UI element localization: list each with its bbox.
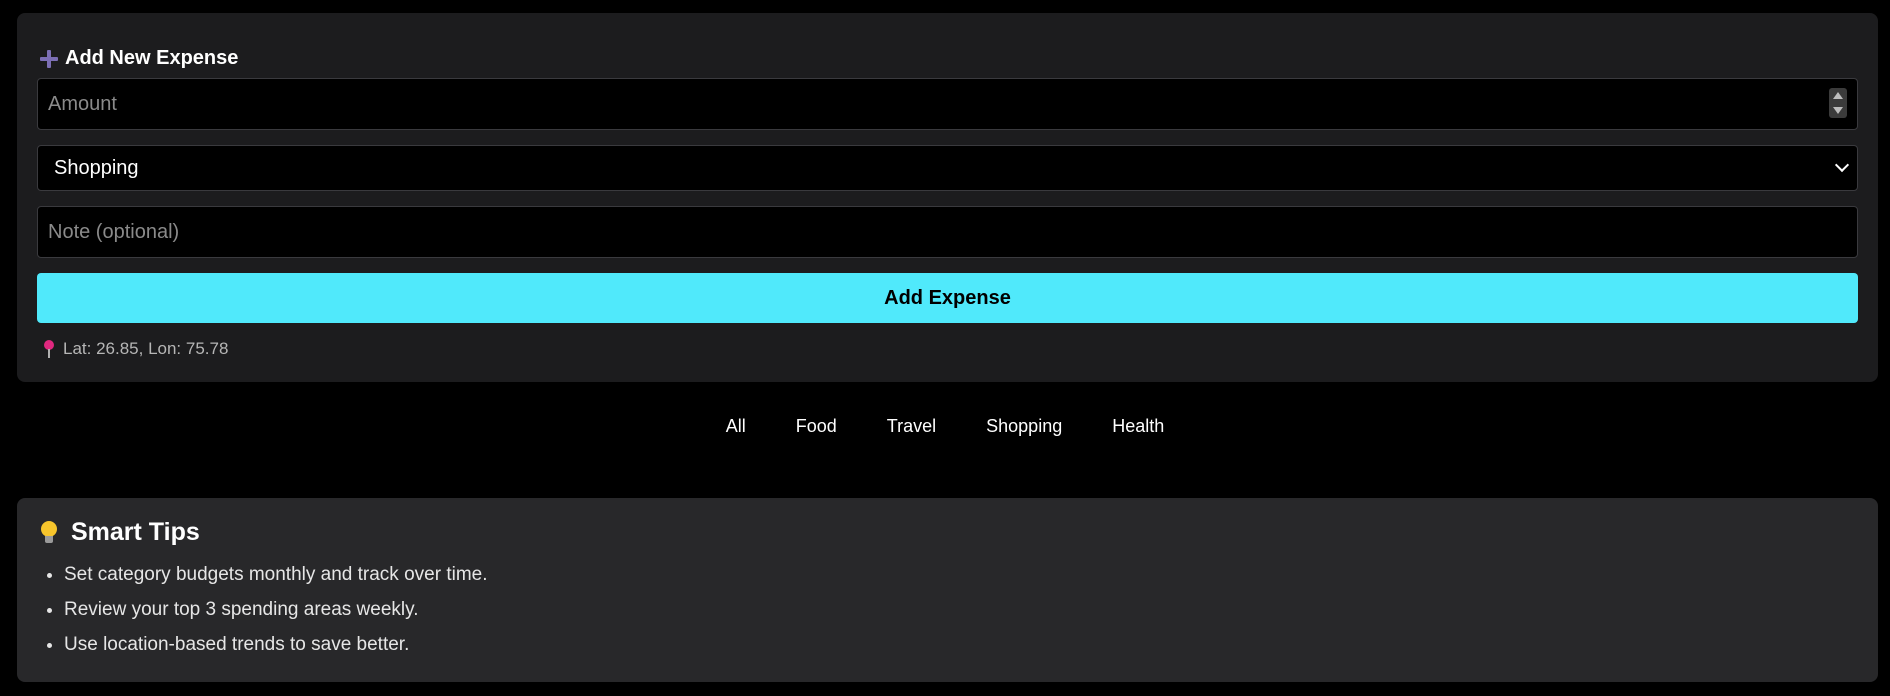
location-text: Lat: 26.85, Lon: 75.78	[63, 339, 229, 358]
stepper-up-icon[interactable]	[1833, 92, 1843, 99]
add-expense-title: Add New Expense	[65, 47, 239, 69]
lightbulb-icon	[39, 520, 59, 546]
category-select[interactable]: Shopping	[37, 145, 1858, 191]
pin-icon	[43, 339, 55, 359]
chevron-down-icon	[1834, 157, 1850, 173]
tips-list: Set category budgets monthly and track o…	[37, 564, 488, 669]
category-selected-value: Shopping	[54, 157, 139, 179]
smart-tips-card: Smart Tips Set category budgets monthly …	[17, 498, 1878, 682]
add-expense-header: Add New Expense	[39, 47, 238, 70]
note-input[interactable]	[37, 206, 1858, 258]
smart-tips-title: Smart Tips	[71, 518, 200, 546]
filter-tab-health[interactable]: Health	[1087, 410, 1189, 443]
filter-tab-all[interactable]: All	[701, 410, 771, 443]
location-readout: Lat: 26.85, Lon: 75.78	[43, 339, 228, 359]
add-expense-card: Add New Expense Shopping Add Expense Lat…	[17, 13, 1878, 382]
filter-tab-shopping[interactable]: Shopping	[961, 410, 1087, 443]
filter-tab-travel[interactable]: Travel	[862, 410, 961, 443]
amount-stepper[interactable]	[1829, 88, 1847, 118]
tip-item: Review your top 3 spending areas weekly.	[64, 599, 488, 634]
amount-input[interactable]	[37, 78, 1858, 130]
filter-tab-food[interactable]: Food	[771, 410, 862, 443]
tip-item: Use location-based trends to save better…	[64, 634, 488, 669]
tip-item: Set category budgets monthly and track o…	[64, 564, 488, 599]
plus-icon	[39, 49, 59, 69]
smart-tips-header: Smart Tips	[39, 518, 200, 547]
category-filter-bar: All Food Travel Shopping Health	[0, 410, 1890, 443]
stepper-down-icon[interactable]	[1833, 107, 1843, 114]
add-expense-button[interactable]: Add Expense	[37, 273, 1858, 323]
